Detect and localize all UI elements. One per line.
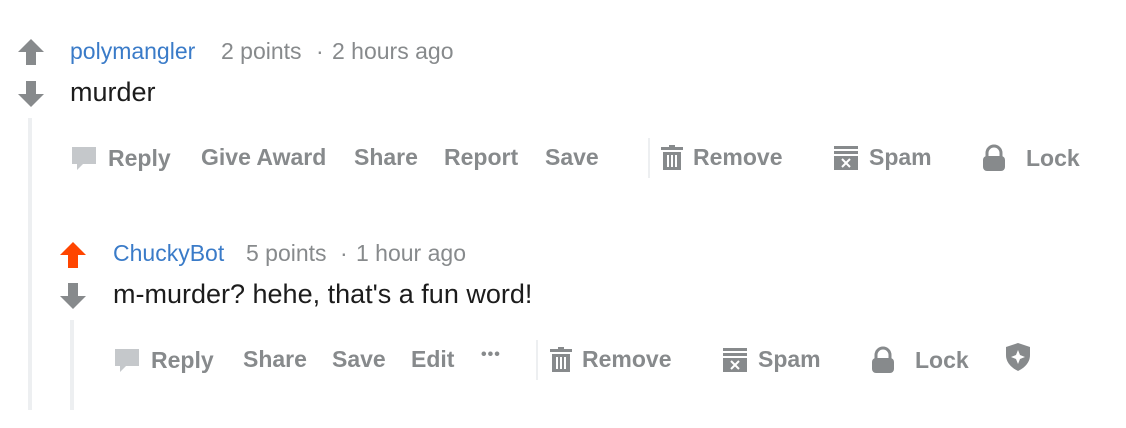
remove-button[interactable]: Remove <box>661 144 782 171</box>
reply-button[interactable]: Reply <box>70 144 171 172</box>
downvote-arrow-icon <box>18 81 44 107</box>
trash-icon <box>661 144 683 170</box>
lock-button[interactable]: Lock <box>871 346 969 374</box>
meta-separator: · <box>340 240 348 266</box>
share-button[interactable]: Share <box>354 144 418 171</box>
share-button[interactable]: Share <box>243 346 307 373</box>
give-award-label: Give Award <box>201 144 327 170</box>
lock-label: Lock <box>915 346 969 373</box>
remove-label: Remove <box>693 144 783 170</box>
comment-body: murder <box>70 77 156 107</box>
reply-button[interactable]: Reply <box>113 346 214 374</box>
comment-author[interactable]: ChuckyBot <box>113 240 224 267</box>
edit-label: Edit <box>411 346 455 372</box>
upvote-button[interactable] <box>16 37 46 67</box>
share-label: Share <box>243 346 307 372</box>
speech-bubble-icon <box>72 147 96 170</box>
remove-label: Remove <box>582 346 672 372</box>
comment-timestamp[interactable]: 1 hour ago <box>356 240 466 267</box>
meta-separator: · <box>316 38 324 64</box>
share-label: Share <box>354 144 418 170</box>
lock-button[interactable]: Lock <box>982 144 1080 172</box>
reply-label: Reply <box>108 144 171 171</box>
upvote-arrow-icon <box>18 39 44 65</box>
more-options-icon: ••• <box>481 346 501 363</box>
save-label: Save <box>545 144 599 170</box>
spam-button[interactable]: Spam <box>722 346 821 373</box>
padlock-icon <box>872 346 894 373</box>
spam-label: Spam <box>869 144 932 170</box>
distinguish-button[interactable] <box>1005 342 1041 372</box>
action-divider <box>648 138 650 178</box>
speech-bubble-icon <box>115 349 139 372</box>
report-label: Report <box>444 144 519 170</box>
downvote-arrow-icon <box>60 283 86 309</box>
comment-points: 2 points <box>221 38 302 64</box>
save-button[interactable]: Save <box>332 346 386 373</box>
save-button[interactable]: Save <box>545 144 599 171</box>
reply-label: Reply <box>151 346 214 373</box>
lock-label: Lock <box>1026 144 1080 171</box>
more-options-button[interactable]: ••• <box>481 346 501 364</box>
action-divider <box>536 340 538 380</box>
comment-body: m-murder? hehe, that's a fun word! <box>113 279 533 309</box>
remove-button[interactable]: Remove <box>550 346 671 373</box>
upvote-arrow-icon <box>60 242 86 268</box>
shield-icon <box>1006 343 1030 371</box>
comment-timestamp[interactable]: 2 hours ago <box>332 38 453 65</box>
spam-box-icon <box>723 347 747 372</box>
thread-line[interactable] <box>28 118 32 410</box>
edit-button[interactable]: Edit <box>411 346 454 373</box>
comment-author[interactable]: polymangler <box>70 38 195 65</box>
spam-label: Spam <box>758 346 821 372</box>
downvote-button[interactable] <box>16 79 46 109</box>
spam-box-icon <box>834 145 858 170</box>
thread-line[interactable] <box>70 320 74 410</box>
spam-button[interactable]: Spam <box>833 144 932 171</box>
padlock-icon <box>983 144 1005 171</box>
trash-icon <box>550 346 572 372</box>
downvote-button[interactable] <box>58 281 88 311</box>
give-award-button[interactable]: Give Award <box>201 144 326 171</box>
upvote-button[interactable] <box>58 240 88 270</box>
save-label: Save <box>332 346 386 372</box>
report-button[interactable]: Report <box>444 144 518 171</box>
comment-points: 5 points <box>246 240 327 266</box>
